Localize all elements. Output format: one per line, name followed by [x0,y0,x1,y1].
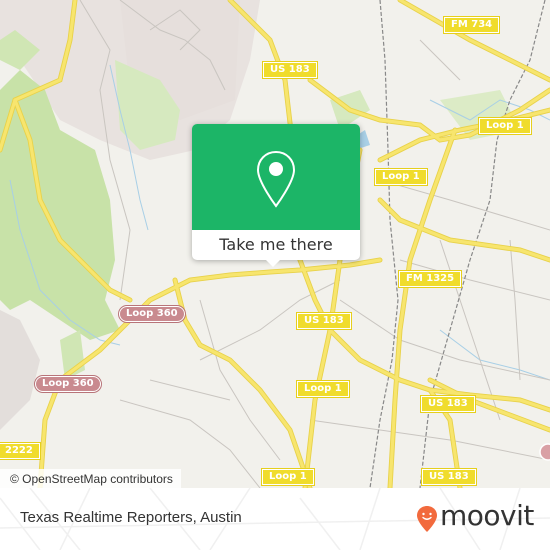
popup-pointer [266,260,280,267]
road-label-loop360: Loop 360 [34,375,102,393]
popup-header [192,124,360,230]
map-attribution[interactable]: © OpenStreetMap contributors [0,469,181,488]
take-me-there-button[interactable]: Take me there [192,230,360,260]
road-label-loop360: Loop 360 [118,305,186,323]
road-label-loop1: Loop 1 [261,468,315,486]
road-label-fm734: FM 734 [442,16,501,34]
place-name: Texas Realtime Reporters, Austin [20,509,242,526]
road-label-us183: US 183 [420,395,476,413]
location-popup: Take me there [192,124,360,267]
road-label-fm2222: 2222 [0,442,41,460]
road-label-loop1: Loop 1 [374,168,428,186]
residential-area [0,310,40,430]
creek [439,329,550,381]
road-label-us183: US 183 [421,468,477,486]
moovit-pin-icon [417,506,437,532]
road-label-loop1: Loop 1 [296,380,350,398]
map-view[interactable]: FM 734 US 183 Loop 1 Loop 1 FM 1325 US 1… [0,0,550,488]
road-label-fm1325: FM 1325 [397,270,463,288]
road-label-us183: US 183 [262,61,318,79]
road-label-us183: US 183 [296,312,352,330]
poi-marker [539,443,550,461]
map-pin-icon [256,150,296,208]
brand-name: moovit [440,499,534,532]
road-label-loop1: Loop 1 [478,117,532,135]
moovit-logo[interactable]: moovit [416,499,536,532]
